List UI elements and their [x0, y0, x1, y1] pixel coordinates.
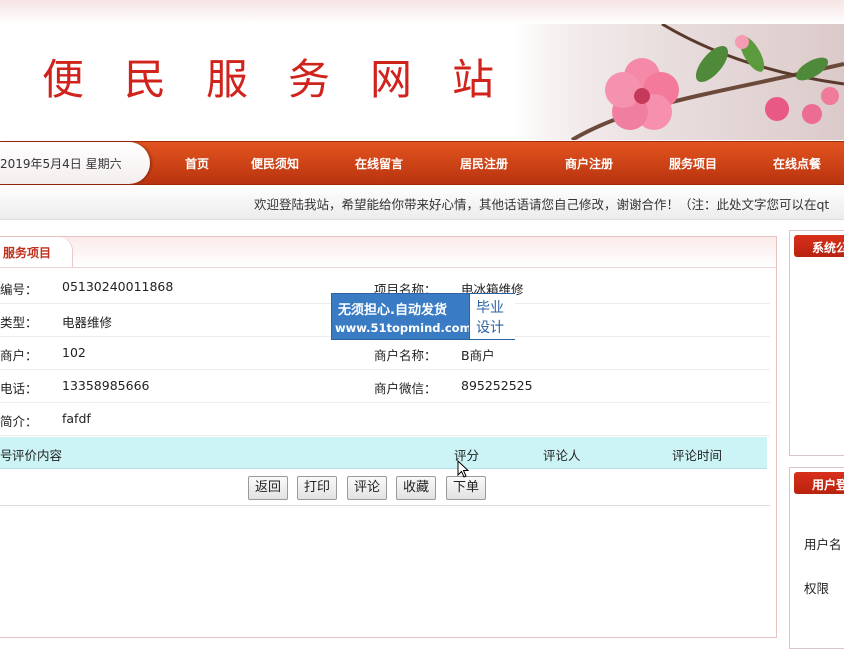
watermark-right2: 设计: [476, 320, 504, 336]
review-col-user: 评论人: [543, 448, 581, 463]
merchant-value: 102: [62, 345, 86, 360]
nav-home[interactable]: 首页: [185, 155, 209, 172]
intro-value: fafdf: [62, 411, 91, 426]
merchant-name-value: B商户: [461, 348, 495, 363]
panel-title: 服务项目: [3, 246, 52, 260]
login-title: 用户登: [812, 478, 844, 492]
welcome-marquee: 欢迎登陆我站，希望能给你带来好心情，其他话语请您自己修改，谢谢合作！（注：此处文…: [0, 185, 844, 220]
header-flower-image: [512, 24, 844, 140]
review-table-header: 号 评价内容 评分 评论人 评论时间: [0, 437, 767, 469]
current-date: 2019年5月4日 星期六: [0, 157, 122, 171]
nav-notice[interactable]: 便民须知: [251, 155, 299, 172]
review-col-content: 评价内容: [12, 448, 63, 463]
merchant-label: 商户：: [0, 348, 38, 363]
notice-header: 系统公: [794, 235, 844, 257]
review-col-time: 评论时间: [672, 448, 723, 463]
intro-label: 简介：: [0, 414, 38, 429]
site-title: 便民服务网站: [42, 55, 535, 104]
comment-button[interactable]: 评论: [347, 476, 388, 500]
detail-row-merchant: 商户： 102 商户名称： B商户: [0, 337, 770, 370]
panel-tab: 服务项目: [0, 237, 73, 267]
notice-title: 系统公: [812, 241, 844, 255]
merchant-name-label: 商户名称：: [374, 348, 437, 363]
review-col-no: 号: [0, 448, 13, 463]
watermark-line1: 无须担心.自动发货: [338, 303, 447, 318]
action-buttons: 返回 打印 评论 收藏 下单: [0, 473, 770, 506]
marquee-text: 欢迎登陆我站，希望能给你带来好心情，其他话语请您自己修改，谢谢合作！（注：此处文…: [254, 197, 830, 212]
notice-box: 系统公: [789, 230, 844, 456]
type-value: 电器维修: [62, 315, 113, 330]
mouse-cursor-icon: [457, 460, 469, 478]
panel-header: 服务项目: [0, 237, 776, 268]
print-button[interactable]: 打印: [297, 476, 338, 500]
username-label: 用户名: [804, 537, 842, 552]
type-label: 类型：: [0, 315, 38, 330]
date-tab: 2019年5月4日 星期六: [0, 142, 150, 184]
login-box: 用户登 用户名 权限: [789, 467, 844, 649]
detail-row-phone: 电话： 13358985666 商户微信： 895252525: [0, 370, 770, 403]
nav-order-food[interactable]: 在线点餐: [773, 155, 821, 172]
order-button[interactable]: 下单: [446, 476, 487, 500]
code-label: 编号：: [0, 282, 38, 297]
watermark-right1: 毕业: [476, 300, 504, 316]
login-header: 用户登: [794, 472, 844, 494]
nav-services[interactable]: 服务项目: [669, 155, 717, 172]
phone-value: 13358985666: [62, 378, 150, 393]
wechat-label: 商户微信：: [374, 381, 437, 396]
main-nav: 2019年5月4日 星期六 首页 便民须知 在线留言 居民注册 商户注册 服务项…: [0, 141, 844, 185]
code-value: 05130240011868: [62, 279, 174, 294]
favorite-button[interactable]: 收藏: [396, 476, 437, 500]
watermark-url: www.51topmind.com: [335, 321, 472, 335]
nav-guestbook[interactable]: 在线留言: [355, 155, 403, 172]
site-header: 便民服务网站: [0, 24, 844, 140]
watermark-badge: 无须担心.自动发货 www.51topmind.com 毕业 设计: [331, 293, 515, 340]
nav-resident-register[interactable]: 居民注册: [460, 155, 508, 172]
detail-row-intro: 简介： fafdf: [0, 403, 770, 436]
nav-merchant-register[interactable]: 商户注册: [565, 155, 613, 172]
role-label: 权限: [804, 581, 830, 596]
watermark-right: 毕业 设计: [469, 294, 515, 339]
wechat-value: 895252525: [461, 378, 533, 393]
phone-label: 电话：: [0, 381, 38, 396]
top-strip: [0, 0, 844, 24]
back-button[interactable]: 返回: [248, 476, 289, 500]
